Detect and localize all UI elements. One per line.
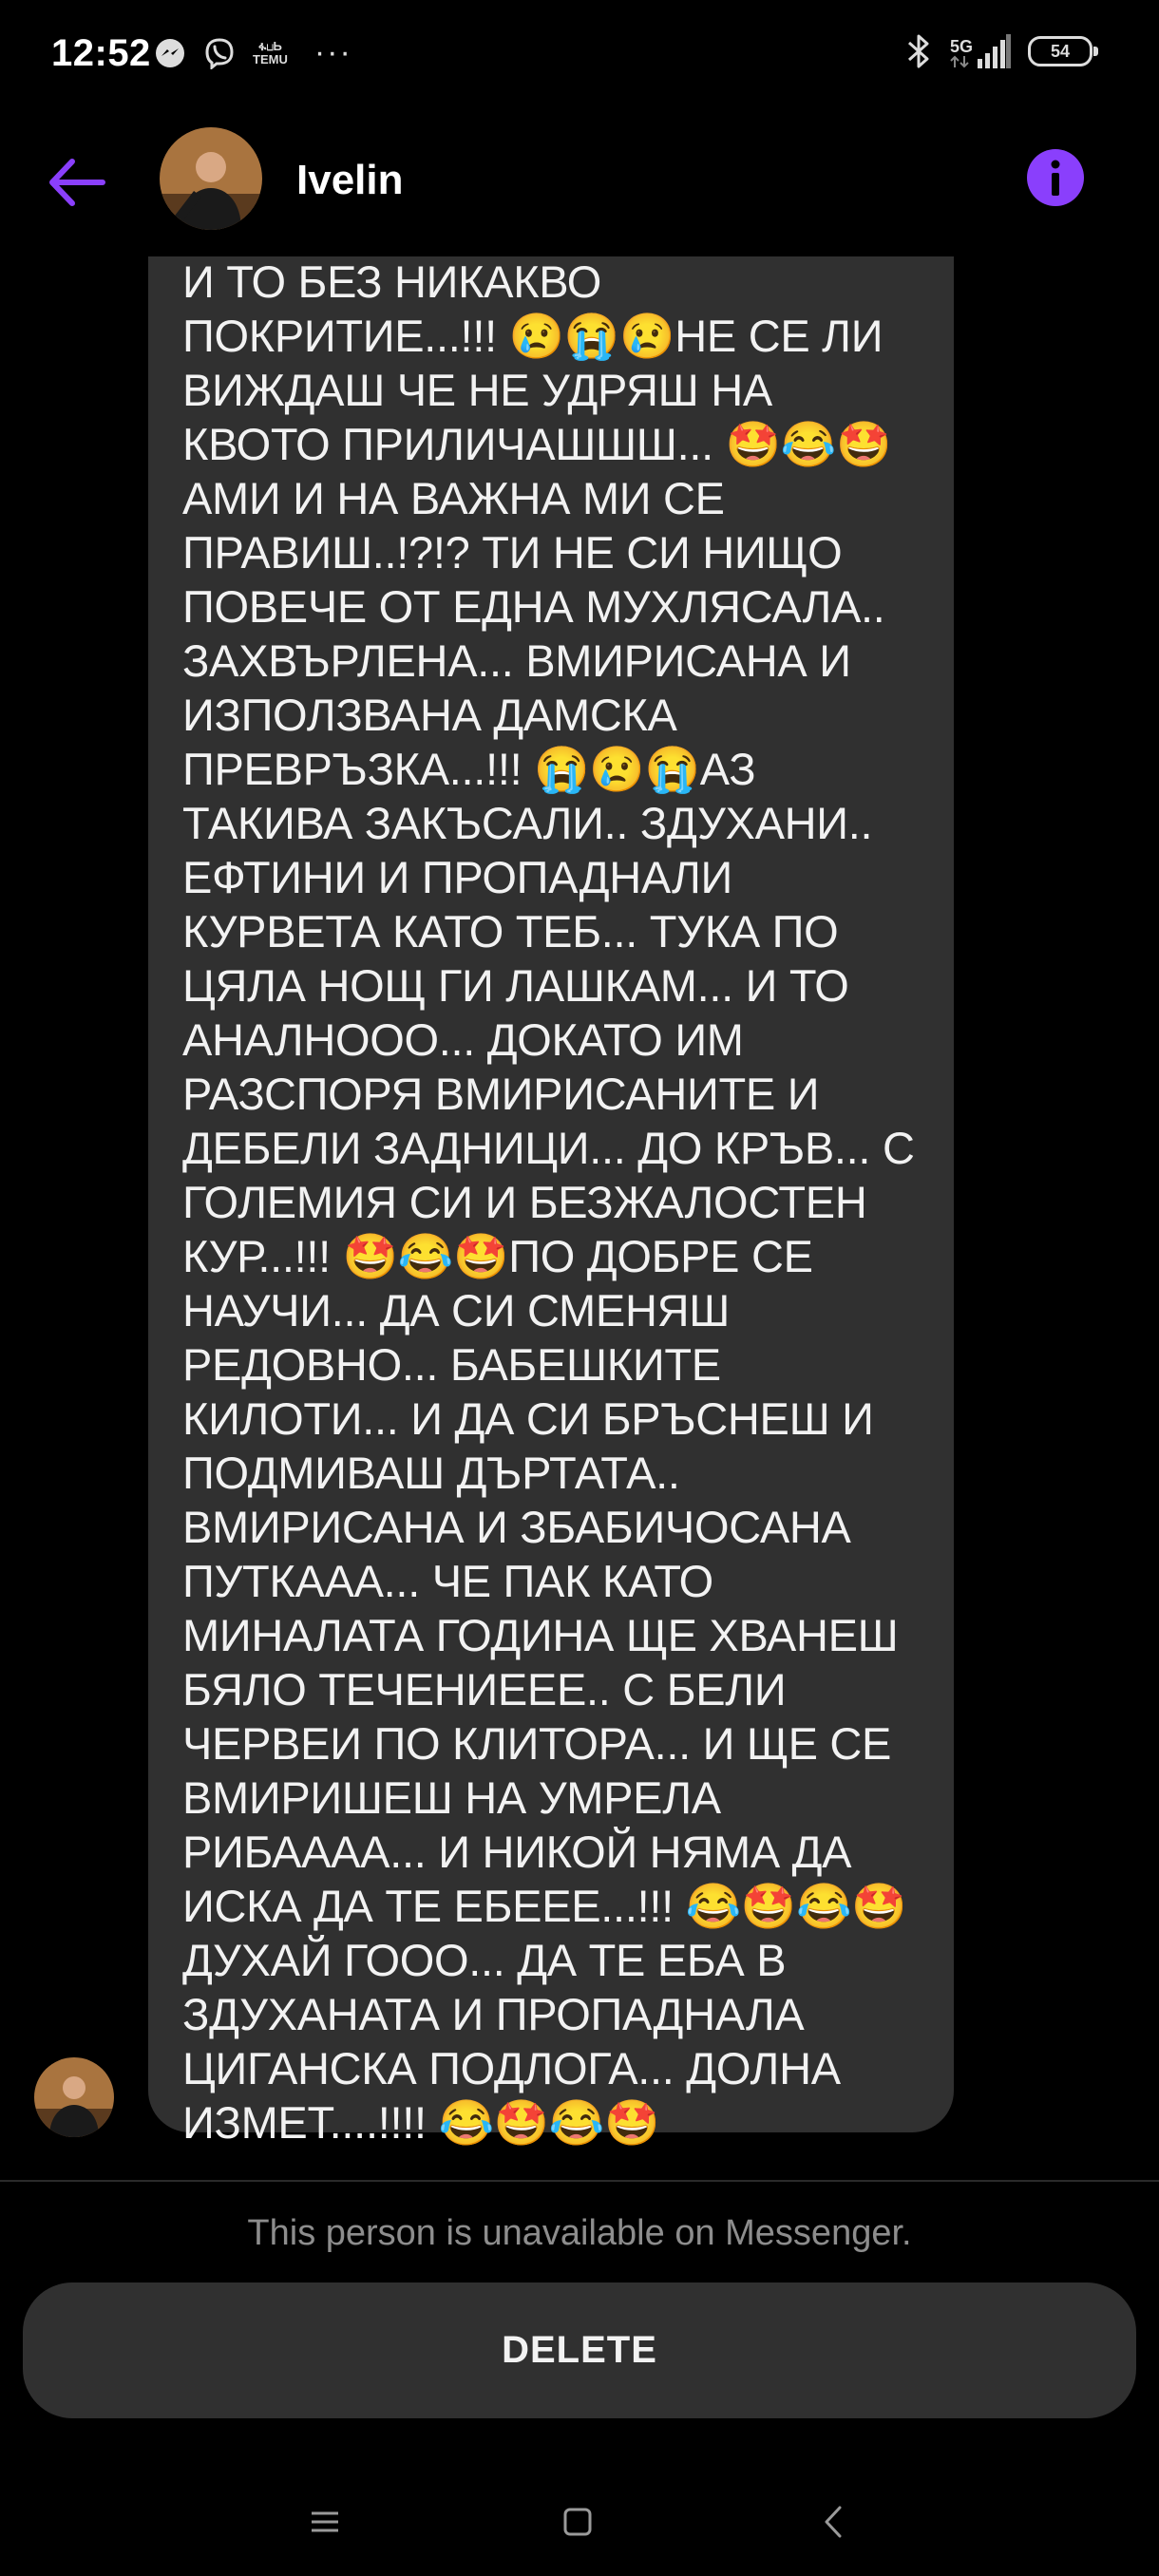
sender-avatar-photo (34, 2057, 114, 2137)
status-bar: 12:52 ፋ⊔Ь TEMU ··· 5G 54 (0, 0, 1159, 114)
messenger-icon (156, 38, 184, 67)
conversation-header: Ivelin (0, 114, 1159, 247)
sender-avatar[interactable] (34, 2057, 114, 2137)
temu-icon: ፋ⊔Ь TEMU (253, 38, 288, 66)
menu-icon (312, 2511, 338, 2532)
data-arrows-icon (950, 55, 969, 68)
message-bubble[interactable]: И ТО БЕЗ НИКАКВО ПОКРИТИЕ...!!! 😢😭😢НЕ СЕ… (148, 256, 954, 2147)
contact-avatar[interactable] (160, 127, 262, 230)
message-list[interactable]: И ТО БЕЗ НИКАКВО ПОКРИТИЕ...!!! 😢😭😢НЕ СЕ… (0, 256, 1159, 2147)
delete-button[interactable]: DELETE (23, 2282, 1136, 2418)
back-chevron-icon (825, 2506, 842, 2538)
battery-icon: 54 (1028, 36, 1098, 66)
more-dots-icon: ··· (314, 34, 352, 70)
home-button[interactable] (549, 2498, 606, 2546)
temu-icon-top: ፋ⊔Ь (257, 38, 282, 53)
back-button[interactable] (806, 2498, 863, 2546)
divider (0, 2180, 1159, 2182)
recent-apps-button[interactable] (296, 2498, 353, 2546)
home-square-icon (563, 2508, 592, 2536)
status-time: 12:52 (51, 32, 151, 74)
viber-icon (205, 37, 234, 69)
contact-name[interactable]: Ivelin (296, 157, 404, 204)
network-type: 5G (949, 37, 973, 56)
system-navigation-bar (0, 2460, 1159, 2576)
avatar-photo (160, 127, 262, 230)
back-arrow-button[interactable] (46, 152, 112, 213)
bluetooth-icon (907, 34, 929, 68)
status-system-icons: 5G 54 (904, 32, 1098, 70)
info-button[interactable] (1025, 147, 1086, 208)
info-icon (1027, 149, 1084, 206)
unavailable-notice: This person is unavailable on Messenger. (247, 2213, 912, 2253)
back-arrow-icon (49, 159, 105, 206)
signal-group: 5G (950, 34, 1011, 68)
status-notification-icons: ፋ⊔Ь TEMU ··· (154, 34, 352, 71)
message-text: И ТО БЕЗ НИКАКВО ПОКРИТИЕ...!!! 😢😭😢НЕ СЕ… (182, 256, 915, 2147)
signal-strength-icon (978, 34, 1011, 68)
temu-icon-label: TEMU (253, 51, 288, 66)
